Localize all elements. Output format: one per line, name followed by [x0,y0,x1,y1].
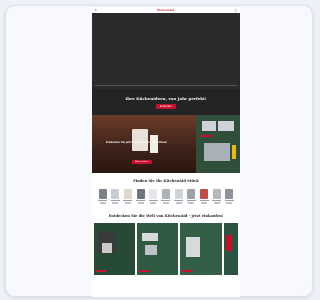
promo-text: Entdecken Sie jetzt unsere Küchenmaschin… [106,140,168,144]
menu-icon[interactable]: ≡ [95,8,97,12]
hero-video[interactable]: Ihre Küchenideen, von Jahr perfekt! Entd… [92,13,240,115]
product-item[interactable] [199,189,209,204]
gallery-row [92,218,240,275]
product-item[interactable] [161,189,171,204]
product-item[interactable] [186,189,196,204]
product-item[interactable] [174,189,184,204]
gallery-section: Entdecken Sie die Welt von KitchenAid – … [92,204,240,275]
gallery-tile[interactable] [94,222,136,275]
product-item[interactable] [136,189,146,204]
promo-side-image[interactable] [196,115,240,173]
product-item[interactable] [148,189,158,204]
gallery-tile[interactable] [180,222,222,275]
hero-title: Ihre Küchenideen, von Jahr perfekt! [125,95,207,101]
product-item[interactable] [123,189,133,204]
cart-icon[interactable]: ◻ [234,8,237,12]
product-item[interactable] [224,189,234,204]
promo-banner[interactable]: Entdecken Sie jetzt unsere Küchenmaschin… [92,115,240,173]
product-list [92,183,240,204]
hero-caption: Ihre Küchenideen, von Jahr perfekt! Entd… [92,89,240,115]
product-can-image [150,135,158,153]
gallery-section-title: Entdecken Sie die Welt von KitchenAid – … [108,213,224,218]
gallery-tile[interactable] [223,222,238,275]
product-item[interactable] [110,189,120,204]
product-item[interactable] [212,189,222,204]
video-progress-bar[interactable] [95,85,237,86]
promo-button[interactable]: Mehr erfahren [132,160,152,164]
brand-logo[interactable]: Kitchenaid [157,8,174,12]
promo-image[interactable]: Entdecken Sie jetzt unsere Küchenmaschin… [92,115,196,173]
product-item[interactable] [98,189,107,204]
products-section: Finden Sie Ihr KitchenAid Stück [92,173,240,204]
page-screenshot: ≡ Kitchenaid ◻ Ihre Küchenideen, von Jah… [92,7,240,297]
gallery-tile[interactable] [137,222,179,275]
hero-cta-button[interactable]: Entdecken [155,103,177,109]
